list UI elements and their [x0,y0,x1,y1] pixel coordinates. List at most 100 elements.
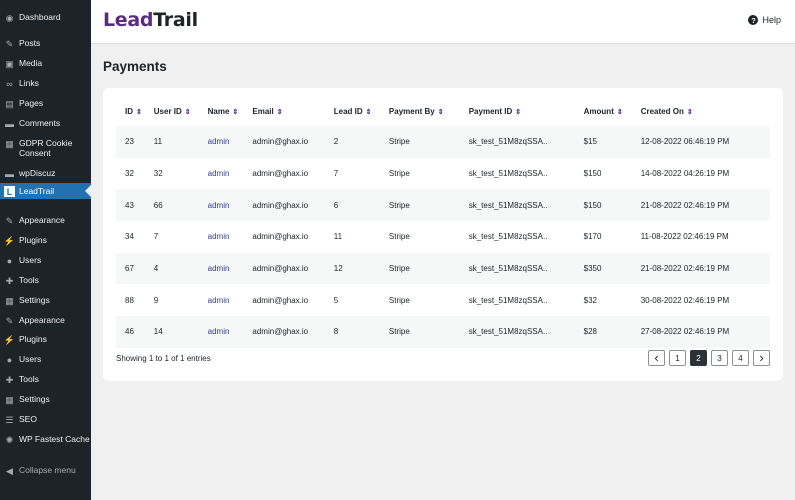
cell-name[interactable]: admin [208,158,253,190]
sidebar-item-links[interactable]: ∞ Links [0,78,91,89]
sidebar-item-appearance[interactable]: ✎ Appearance [0,315,91,326]
cell-id: 32 [125,169,134,179]
cell-payment-id: sk_test_51M8zqSSA.. [468,316,584,348]
sidebar-item-plugins[interactable]: ⚡ Plugins [0,334,91,345]
cell-amount: $28 [583,316,641,348]
cell-created-on: 12-08-2022 06:46:19 PM [640,126,770,158]
prev-page-button[interactable]: ‹ [648,350,665,366]
user-icon: ● [6,255,13,266]
table-row[interactable]: 88 9 admin admin@ghax.io 5 Stripe sk_test_51M8… [116,284,770,316]
sidebar-item-wpdiscuz[interactable]: ▬ wpDiscuz [0,168,91,179]
sort-arrows-icon: ⇕ [365,108,372,116]
sidebar-item-posts[interactable]: ✎ Posts [0,38,91,49]
sidebar-item-leadtrail[interactable]: L LeadTrail [0,183,91,199]
sidebar-item-label: Appearance [19,315,65,325]
page-button-4[interactable]: 4 [732,350,749,366]
settings-icon: ▦ [5,394,14,405]
sidebar-item-gdpr-cookie-consent[interactable]: ▦ GDPR Cookie Consent [0,138,91,158]
column-header-name[interactable]: Name ⇕ [208,96,253,126]
sidebar-item-settings[interactable]: ▦ Settings [0,394,91,405]
sidebar-item-pages[interactable]: ▤ Pages [0,98,91,109]
sort-arrows-icon: ⇕ [686,108,693,116]
sidebar-item-appearance[interactable]: ✎ Appearance [0,215,91,226]
sort-arrows-icon: ⇕ [232,108,239,116]
column-header-user-id[interactable]: User ID ⇕ [154,96,208,126]
table-row[interactable]: 67 4 admin admin@ghax.io 12 Stripe sk_test_51M… [116,252,770,285]
sidebar-item-label: Comments [19,118,61,128]
sidebar-item-settings[interactable]: ▦ Settings [0,295,91,306]
brand-part2: Trail [153,9,198,31]
cell-lead-id: 6 [333,189,389,222]
cell-name[interactable]: admin [208,284,253,316]
help-button[interactable]: ? Help [748,15,781,25]
column-header-payment-id[interactable]: Payment ID ⇕ [469,96,584,126]
page-button-3[interactable]: 3 [711,350,728,366]
sidebar-item-users[interactable]: ● Users [0,255,91,266]
sidebar-item-comments[interactable]: ▬ Comments [0,118,91,129]
sidebar-item-plugins[interactable]: ⚡ Plugins [0,235,91,246]
column-header-email[interactable]: Email ⇕ [252,96,333,126]
cell-user-id: 4 [153,252,208,285]
table-row[interactable]: 23 11 admin admin@ghax.io 2 Stripe sk_test_51M… [116,126,770,158]
column-header-id[interactable]: ID ⇕ [116,96,154,126]
brush-icon: ✎ [5,215,14,226]
brush-icon: ✎ [5,315,14,326]
cell-name[interactable]: admin [207,189,253,222]
sidebar-item-tools[interactable]: ✚ Tools [0,374,91,385]
cell-name[interactable]: admin [207,126,253,158]
cell-id: 34 [125,232,134,242]
pin-icon: ✎ [5,38,14,49]
column-header-label: Name [207,106,230,116]
column-header-payment-by[interactable]: Payment By ⇕ [389,96,469,126]
cell-name[interactable]: admin [208,221,253,253]
sidebar-item-label: Tools [19,275,39,285]
column-header-amount[interactable]: Amount ⇕ [584,96,641,126]
table-row[interactable]: 43 66 admin admin@ghax.io 6 Stripe sk_test_51M… [116,189,770,222]
cell-created-on: 11-08-2022 02:46:19 PM [640,232,729,242]
page-button-1[interactable]: 1 [669,350,686,366]
sidebar-item-label: Links [19,78,39,88]
sidebar-item-wp-fastest-cache[interactable]: ✺ WP Fastest Cache [0,434,91,445]
cell-name[interactable]: admin [207,252,253,285]
cell-lead-id: 5 [333,295,339,305]
plugin-icon: ⚡ [3,334,16,345]
sort-arrows-icon: ⇕ [136,108,142,116]
table-row[interactable]: 34 7 admin admin@ghax.io 11 Stripe sk_test_51M… [116,221,770,253]
cell-user-id: 14 [153,316,208,348]
table-row[interactable]: 46 14 admin admin@ghax.io 8 Stripe sk_test_51M… [116,316,770,348]
cell-amount: $32 [583,295,597,305]
sidebar-item-media[interactable]: ▣ Media [0,58,91,69]
cache-icon: ✺ [5,434,14,445]
sidebar-item-dashboard[interactable]: ◉ Dashboard [0,12,91,23]
next-page-button[interactable]: › [753,350,770,366]
leadtrail-logo[interactable]: LeadTrail [103,9,198,31]
shield-icon: ▦ [5,138,14,149]
cell-name[interactable]: admin [207,316,253,348]
sidebar-item-label: LeadTrail [19,186,55,196]
sidebar-item-label: Appearance [19,215,65,225]
cell-id: 23 [116,126,154,158]
chevron-left-icon: ‹ [654,350,659,365]
column-header-label: Payment ID [468,106,513,116]
collapse-icon: ◀ [6,465,13,476]
sidebar-item-seo[interactable]: ☰ SEO [0,414,91,425]
plugin-icon: ⚡ [3,235,16,246]
sort-arrows-icon: ⇕ [184,108,191,116]
wrench-icon: ✚ [5,374,14,385]
sidebar-item-users[interactable]: ● Users [0,354,91,365]
sidebar-item-label: WP Fastest Cache [19,434,90,444]
sidebar-item-collapse-menu[interactable]: ◀ Collapse menu [0,465,91,476]
sidebar-item-tools[interactable]: ✚ Tools [0,275,91,286]
cell-lead-id: 7 [333,169,339,179]
page-button-2[interactable]: 2 [690,350,707,366]
help-label: Help [762,15,781,25]
sidebar-item-label: Collapse menu [19,465,76,475]
sidebar-item-label: Plugins [19,235,47,245]
column-header-created-on[interactable]: Created On ⇕ [641,96,770,126]
table-row[interactable]: 32 32 admin admin@ghax.io 7 Stripe sk_test_51M… [116,158,770,190]
cell-amount: $170 [583,232,602,242]
cell-amount: $15 [583,126,641,158]
column-header-label: Amount [583,106,614,116]
column-header-lead-id[interactable]: Lead ID ⇕ [334,96,389,126]
cell-payment-by: Stripe [388,316,469,348]
